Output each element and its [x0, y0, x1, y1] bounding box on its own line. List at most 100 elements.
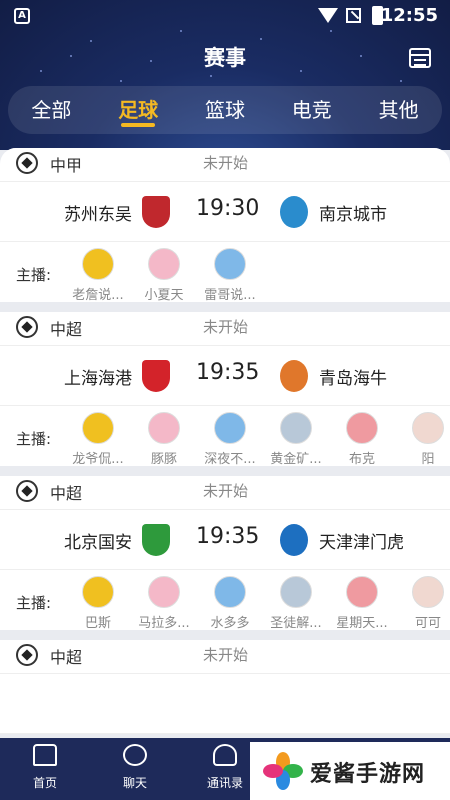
nav-chat[interactable]: 聊天	[107, 744, 163, 791]
host-avatar-item[interactable]: 老詹说...	[63, 248, 133, 303]
league-name: 中超	[50, 320, 83, 339]
signal-icon	[346, 8, 361, 23]
avatar	[412, 576, 444, 608]
league-name: 中超	[50, 484, 83, 503]
host-name: 巴斯	[84, 616, 111, 631]
match-teams[interactable]: 北京国安 19:35 天津津门虎	[0, 510, 450, 570]
contacts-icon	[213, 744, 237, 766]
host-avatar-item[interactable]: 圣徒解...	[261, 576, 331, 631]
nav-contacts[interactable]: 通讯录	[197, 744, 253, 791]
avatar	[82, 248, 114, 280]
host-avatar-item[interactable]: 雷哥说...	[195, 248, 265, 303]
football-icon	[16, 316, 38, 338]
host-name: 雷哥说...	[204, 288, 256, 303]
host-name: 水多多	[210, 616, 250, 631]
match-teams[interactable]: 苏州东吴 19:30 南京城市	[0, 182, 450, 242]
away-team-name: 南京城市	[319, 205, 387, 225]
match-card[interactable]: 中超 未开始上海海港 19:35 青岛海牛主播: 龙爷侃... 豚豚 深夜不... 黄金矿..…	[0, 312, 450, 467]
pinwheel-logo-icon	[263, 752, 303, 790]
host-avatar-item[interactable]: 巴斯	[63, 576, 133, 631]
host-avatar-item[interactable]: 水多多	[195, 576, 265, 631]
avatar	[214, 412, 246, 444]
away-team-logo-icon	[280, 524, 308, 556]
match-header: 中超 未开始	[0, 640, 450, 674]
tab-esports[interactable]: 电竞	[268, 86, 355, 134]
avatar	[346, 412, 378, 444]
avatar	[82, 412, 114, 444]
header: A 12:55 赛事 全部 足球 篮球 电竞 其他	[0, 0, 450, 150]
app-notification-icon: A	[14, 8, 30, 24]
status-time: 12:55	[380, 5, 438, 26]
away-team-logo-icon	[280, 360, 308, 392]
home-icon	[33, 744, 57, 766]
host-avatar-item[interactable]: 阳	[393, 412, 450, 467]
host-avatar-item[interactable]: 龙爷侃...	[63, 412, 133, 467]
nav-label: 首页	[32, 776, 57, 790]
host-name: 深夜不...	[204, 452, 256, 467]
host-avatar-item[interactable]: 星期天...	[327, 576, 397, 631]
home-team-logo-icon	[142, 524, 170, 556]
hosts-label: 主播:	[16, 430, 52, 448]
tab-football[interactable]: 足球	[95, 86, 182, 134]
match-card[interactable]: 中超 未开始	[0, 640, 450, 734]
away-team-logo-icon	[280, 196, 308, 228]
chat-icon	[123, 744, 147, 766]
avatar	[346, 576, 378, 608]
hosts-label: 主播:	[16, 266, 52, 284]
avatar	[214, 248, 246, 280]
match-time: 19:30	[196, 196, 260, 221]
away-team-name: 天津津门虎	[319, 533, 404, 553]
star-dot	[400, 80, 402, 82]
match-time: 19:35	[196, 524, 260, 549]
match-card[interactable]: 中甲 未开始 苏州东吴 19:30 南京城市 主播: 老詹说... 小夏天 雷哥说...	[0, 148, 450, 303]
star-dot	[260, 38, 262, 40]
host-avatar-item[interactable]: 深夜不...	[195, 412, 265, 467]
away-team-name: 青岛海牛	[319, 369, 387, 389]
nav-label: 聊天	[122, 776, 147, 790]
page-title: 赛事	[204, 46, 246, 70]
avatar	[148, 248, 180, 280]
match-card[interactable]: 中超 未开始 北京国安 19:35 天津津门虎 主播: 巴斯 马拉多... 水多多 圣徒解... 星…	[0, 476, 450, 631]
match-status: 未开始	[203, 154, 249, 172]
host-name: 马拉多...	[138, 616, 190, 631]
league-name: 中甲	[50, 156, 83, 175]
home-team-name: 上海海港	[64, 369, 132, 389]
avatar	[82, 576, 114, 608]
tab-all[interactable]: 全部	[8, 86, 95, 134]
football-icon	[16, 152, 38, 174]
sport-tabs: 全部 足球 篮球 电竞 其他	[8, 86, 442, 134]
host-name: 老詹说...	[72, 288, 124, 303]
avatar	[412, 412, 444, 444]
match-teams[interactable]	[0, 674, 450, 734]
nav-home[interactable]: 首页	[17, 744, 73, 791]
home-team-logo-icon	[142, 196, 170, 228]
avatar	[148, 576, 180, 608]
hosts-row: 主播: 龙爷侃... 豚豚 深夜不... 黄金矿... 布克 阳	[0, 406, 450, 467]
match-list: 中甲 未开始 苏州东吴 19:30 南京城市 主播: 老詹说... 小夏天 雷哥说... 中超 未开…	[0, 148, 450, 738]
host-avatar-item[interactable]: 马拉多...	[129, 576, 199, 631]
match-header: 中甲 未开始	[0, 148, 450, 182]
calendar-icon[interactable]	[409, 48, 431, 68]
home-team-name: 北京国安	[64, 533, 132, 553]
match-teams[interactable]: 上海海港 19:35 青岛海牛	[0, 346, 450, 406]
football-icon	[16, 480, 38, 502]
tab-other[interactable]: 其他	[355, 86, 442, 134]
match-status: 未开始	[203, 646, 249, 664]
host-avatar-item[interactable]: 黄金矿...	[261, 412, 331, 467]
host-name: 黄金矿...	[270, 452, 322, 467]
host-avatar-item[interactable]: 豚豚	[129, 412, 199, 467]
tab-basketball[interactable]: 篮球	[182, 86, 269, 134]
host-name: 布克	[348, 452, 375, 467]
host-avatar-item[interactable]: 布克	[327, 412, 397, 467]
host-avatar-item[interactable]: 小夏天	[129, 248, 199, 303]
match-header: 中超 未开始	[0, 476, 450, 510]
avatar	[280, 412, 312, 444]
nav-label: 通讯录	[206, 776, 243, 790]
match-status: 未开始	[203, 318, 249, 336]
match-header: 中超 未开始	[0, 312, 450, 346]
match-status: 未开始	[203, 482, 249, 500]
avatar	[280, 576, 312, 608]
host-avatar-item[interactable]: 可可	[393, 576, 450, 631]
host-name: 圣徒解...	[270, 616, 322, 631]
wifi-icon	[318, 8, 338, 23]
